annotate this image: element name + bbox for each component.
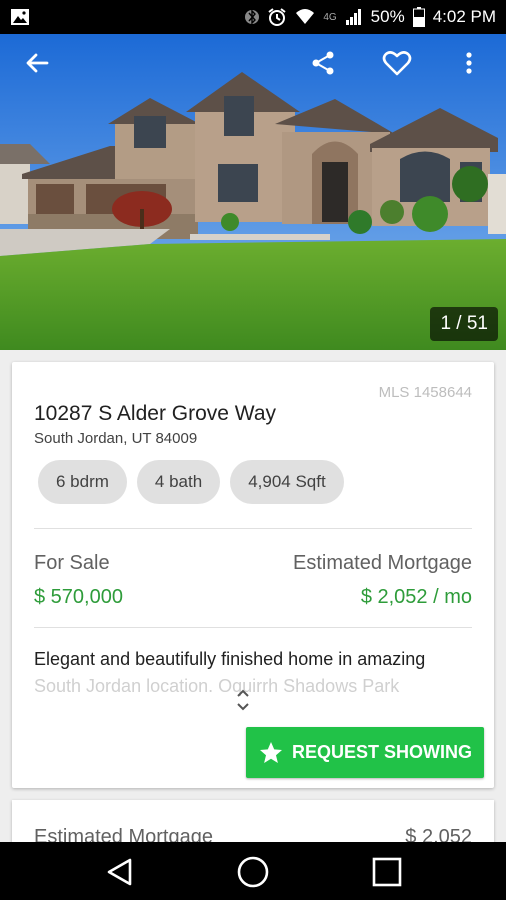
battery-percent: 50% bbox=[370, 7, 405, 26]
triangle-back-icon bbox=[107, 858, 132, 886]
listing-description: Elegant and beautifully finished home in… bbox=[34, 646, 474, 700]
expand-description-button[interactable] bbox=[234, 686, 252, 714]
alarm-icon bbox=[267, 7, 287, 27]
status-label: For Sale bbox=[34, 552, 110, 574]
clock: 4:02 PM bbox=[432, 7, 496, 26]
system-nav-bar bbox=[0, 842, 506, 900]
mls-number: MLS 1458644 bbox=[378, 384, 472, 401]
arrow-left-icon bbox=[26, 53, 49, 73]
feature-chips: 6 bdrm 4 bath 4,904 Sqft bbox=[38, 460, 344, 504]
share-button[interactable] bbox=[302, 42, 344, 84]
divider bbox=[34, 528, 472, 529]
favorite-button[interactable] bbox=[376, 42, 418, 84]
top-action-bar bbox=[0, 34, 506, 92]
more-options-button[interactable] bbox=[448, 42, 490, 84]
divider bbox=[34, 627, 472, 628]
circle-home-icon bbox=[237, 856, 269, 888]
photo-counter: 1 / 51 bbox=[430, 307, 498, 341]
sqft-chip: 4,904 Sqft bbox=[230, 460, 344, 504]
lte-label: 4G bbox=[323, 11, 337, 23]
nav-home-button[interactable] bbox=[233, 852, 273, 892]
bedrooms-chip: 6 bdrm bbox=[38, 460, 127, 504]
description-line-faded: South Jordan location. Oquirrh Shadows P… bbox=[34, 676, 400, 696]
listing-city: South Jordan, UT 84009 bbox=[34, 430, 198, 447]
share-icon bbox=[312, 51, 334, 75]
star-icon bbox=[259, 741, 282, 763]
wifi-icon bbox=[295, 7, 315, 27]
nav-back-button[interactable] bbox=[100, 852, 140, 892]
description-line: Elegant and beautifully finished home in… bbox=[34, 649, 426, 669]
listing-address: 10287 S Alder Grove Way bbox=[34, 402, 277, 425]
listing-card: MLS 1458644 10287 S Alder Grove Way Sout… bbox=[12, 362, 494, 788]
dots-vertical-icon bbox=[466, 52, 472, 74]
heart-outline-icon bbox=[382, 51, 412, 76]
gallery-notification-icon bbox=[10, 7, 30, 32]
signal-icon bbox=[345, 8, 363, 26]
request-showing-label: REQUEST SHOWING bbox=[291, 742, 472, 762]
back-button[interactable] bbox=[16, 42, 58, 84]
mortgage-value: $ 2,052 / mo bbox=[360, 586, 472, 608]
battery-icon bbox=[412, 7, 425, 27]
square-recents-icon bbox=[372, 857, 402, 887]
request-showing-button[interactable]: REQUEST SHOWING bbox=[246, 727, 484, 778]
bathrooms-chip: 4 bath bbox=[136, 460, 221, 504]
listing-price: $ 570,000 bbox=[34, 586, 123, 608]
bluetooth-icon bbox=[245, 7, 260, 27]
chevron-up-down-icon bbox=[237, 689, 249, 711]
status-bar: 4G 50% 4:02 PM bbox=[0, 0, 506, 34]
mortgage-label: Estimated Mortgage bbox=[293, 552, 472, 574]
nav-recents-button[interactable] bbox=[367, 852, 407, 892]
